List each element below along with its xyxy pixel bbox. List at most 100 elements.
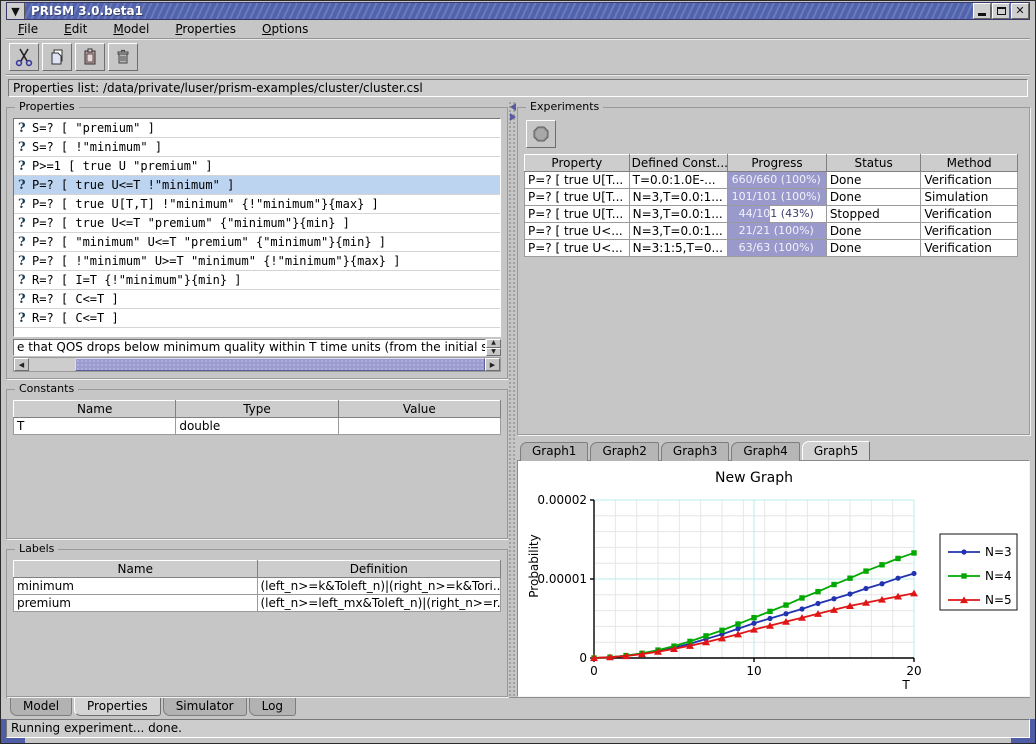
property-row[interactable]: ? R=? [ C<=T ] — [14, 290, 500, 309]
column-header[interactable]: Type — [176, 401, 338, 418]
experiment-row[interactable]: P=? [ true U<...N=3:1:5,T=0...63/63 (100… — [525, 240, 1018, 257]
properties-group-title: Properties — [15, 100, 79, 113]
experiment-row[interactable]: P=? [ true U<...N=3,T=0.0:1...21/21 (100… — [525, 223, 1018, 240]
collapse-right-icon[interactable] — [510, 113, 516, 121]
title-bar[interactable]: ▼ PRISM 3.0.beta1 ✕ — [6, 2, 1030, 20]
column-header[interactable]: Definition — [257, 561, 501, 578]
column-header[interactable]: Status — [826, 155, 921, 172]
tab-properties[interactable]: Properties — [74, 698, 161, 716]
question-icon: ? — [18, 159, 27, 174]
property-row[interactable]: ?S=? [ "premium" ] — [14, 119, 500, 138]
scrollbar-thumb[interactable] — [75, 358, 485, 371]
column-header[interactable]: Defined Const... — [629, 155, 728, 172]
question-icon: ? — [18, 292, 27, 307]
property-row[interactable]: ? P>=1 [ true U "premium" ] — [14, 157, 500, 176]
table-row[interactable]: premium(left_n>=left_mx&Toleft_n)|(right… — [14, 595, 501, 612]
property-row[interactable]: ?P=? [ true U<=T "premium" {"minimum"}{m… — [14, 214, 500, 233]
property-row[interactable]: ?R=? [ C<=T ] — [14, 309, 500, 328]
column-header[interactable]: Name — [14, 401, 176, 418]
property-row[interactable]: ?P=? [ !"minimum" U>=T "minimum" {!"mini… — [14, 252, 500, 271]
property-row[interactable]: ?S=? [ !"minimum" ] — [14, 138, 500, 157]
paste-button[interactable] — [75, 43, 105, 71]
stop-icon — [531, 124, 551, 144]
copy-button[interactable] — [42, 43, 72, 71]
vertical-splitter[interactable] — [508, 101, 517, 697]
property-row[interactable]: ?P=? [ "minimum" U<=T "premium" {"minimu… — [14, 233, 500, 252]
menu-edit[interactable]: Edit — [64, 22, 87, 36]
question-icon: ? — [18, 235, 27, 250]
trash-icon — [113, 47, 133, 67]
table-cell: N=3,T=0.0:1... — [629, 223, 728, 240]
cut-button[interactable] — [9, 43, 39, 71]
maximize-button[interactable] — [992, 3, 1010, 19]
experiments-groupbox: Experiments PropertyDefined Const...Prog… — [517, 107, 1030, 435]
new-graph-chart: 00.000010.0000201020New GraphTProbabilit… — [524, 464, 1024, 694]
experiment-row[interactable]: P=? [ true U[T...N=3,T=0.0:1...101/101 (… — [525, 189, 1018, 206]
spinner-down-button[interactable]: ▼ — [486, 348, 501, 357]
tab-graph5[interactable]: Graph5 — [802, 441, 870, 460]
tab-graph1[interactable]: Graph1 — [520, 442, 588, 461]
experiment-row[interactable]: P=? [ true U[T...N=3,T=0.0:1...44/101 (4… — [525, 206, 1018, 223]
property-text: R=? [ C<=T ] — [32, 292, 119, 306]
property-description-field[interactable]: e that QOS drops below minimum quality w… — [13, 339, 486, 356]
progress-bar: 44/101 (43%)44/101 (43%) — [728, 206, 827, 223]
column-header[interactable]: Value — [338, 401, 500, 418]
table-cell: P=? [ true U[T... — [525, 172, 630, 189]
table-row[interactable]: Tdouble — [14, 418, 501, 435]
property-text: P>=1 [ true U "premium" ] — [32, 159, 213, 173]
menu-options[interactable]: Options — [262, 22, 308, 36]
scroll-right-button[interactable]: ▶ — [485, 358, 500, 371]
property-text: P=? [ !"minimum" U>=T "minimum" {!"minim… — [32, 254, 400, 268]
table-cell: P=? [ true U<... — [525, 240, 630, 257]
property-text: R=? [ C<=T ] — [32, 311, 119, 325]
menu-file[interactable]: File — [18, 22, 38, 36]
labels-groupbox: Labels NameDefinitionminimum(left_n>=k&T… — [6, 549, 508, 697]
svg-text:N=3: N=3 — [985, 545, 1012, 559]
delete-button[interactable] — [108, 43, 138, 71]
cut-icon — [14, 47, 34, 67]
menu-model[interactable]: Model — [113, 22, 149, 36]
table-cell: N=3:1:5,T=0... — [629, 240, 728, 257]
experiment-row[interactable]: P=? [ true U[T...T=0.0:1.0E-...660/660 (… — [525, 172, 1018, 189]
frame-corner — [1, 719, 6, 743]
tab-graph3[interactable]: Graph3 — [661, 442, 729, 461]
labels-table: NameDefinitionminimum(left_n>=k&Toleft_n… — [13, 560, 501, 612]
table-cell: P=? [ true U[T... — [525, 189, 630, 206]
table-cell: P=? [ true U<... — [525, 223, 630, 240]
main-tab-bar: ModelPropertiesSimulatorLog — [6, 697, 1030, 716]
table-cell: Done — [826, 172, 921, 189]
property-row[interactable]: ?P=? [ true U<=T !"minimum" ] — [14, 176, 500, 195]
property-text: R=? [ I=T {!"minimum"}{min} ] — [32, 273, 242, 287]
tab-graph2[interactable]: Graph2 — [590, 442, 658, 461]
property-description-row: e that QOS drops below minimum quality w… — [13, 339, 501, 356]
tab-simulator[interactable]: Simulator — [163, 698, 247, 716]
column-header[interactable]: Method — [921, 155, 1018, 172]
minimize-button[interactable] — [973, 3, 991, 19]
menu-properties[interactable]: Properties — [175, 22, 236, 36]
collapse-left-icon[interactable] — [510, 103, 516, 111]
column-header[interactable]: Name — [14, 561, 258, 578]
column-header[interactable]: Progress — [728, 155, 827, 172]
property-row[interactable]: ?P=? [ true U[T,T] !"minimum" {!"minimum… — [14, 195, 500, 214]
tab-model[interactable]: Model — [10, 698, 72, 716]
window-menu-button[interactable]: ▼ — [7, 3, 25, 19]
tab-graph4[interactable]: Graph4 — [731, 442, 799, 461]
properties-list-path: Properties list: /data/private/luser/pri… — [8, 79, 1028, 97]
column-header[interactable]: Property — [525, 155, 630, 172]
property-row[interactable]: ? R=? [ I=T {!"minimum"}{min} ] — [14, 271, 500, 290]
stop-experiment-button[interactable] — [526, 120, 556, 148]
chart-panel: 00.000010.0000201020New GraphTProbabilit… — [517, 460, 1030, 697]
property-text: P=? [ true U<=T "premium" {"minimum"}{mi… — [32, 216, 350, 230]
table-cell: N=3,T=0.0:1... — [629, 189, 728, 206]
scroll-left-button[interactable]: ◀ — [14, 358, 29, 371]
labels-group-title: Labels — [15, 542, 58, 555]
scrollbar-track[interactable] — [29, 358, 75, 371]
tab-log[interactable]: Log — [249, 698, 296, 716]
constants-group-title: Constants — [15, 382, 78, 395]
frame-corner — [1030, 719, 1035, 743]
table-row[interactable]: minimum(left_n>=k&Toleft_n)|(right_n>=k&… — [14, 578, 501, 595]
question-icon: ? — [18, 273, 27, 288]
spinner-up-button[interactable]: ▲ — [486, 339, 501, 348]
table-cell: premium — [14, 595, 258, 612]
close-button[interactable]: ✕ — [1011, 3, 1029, 19]
